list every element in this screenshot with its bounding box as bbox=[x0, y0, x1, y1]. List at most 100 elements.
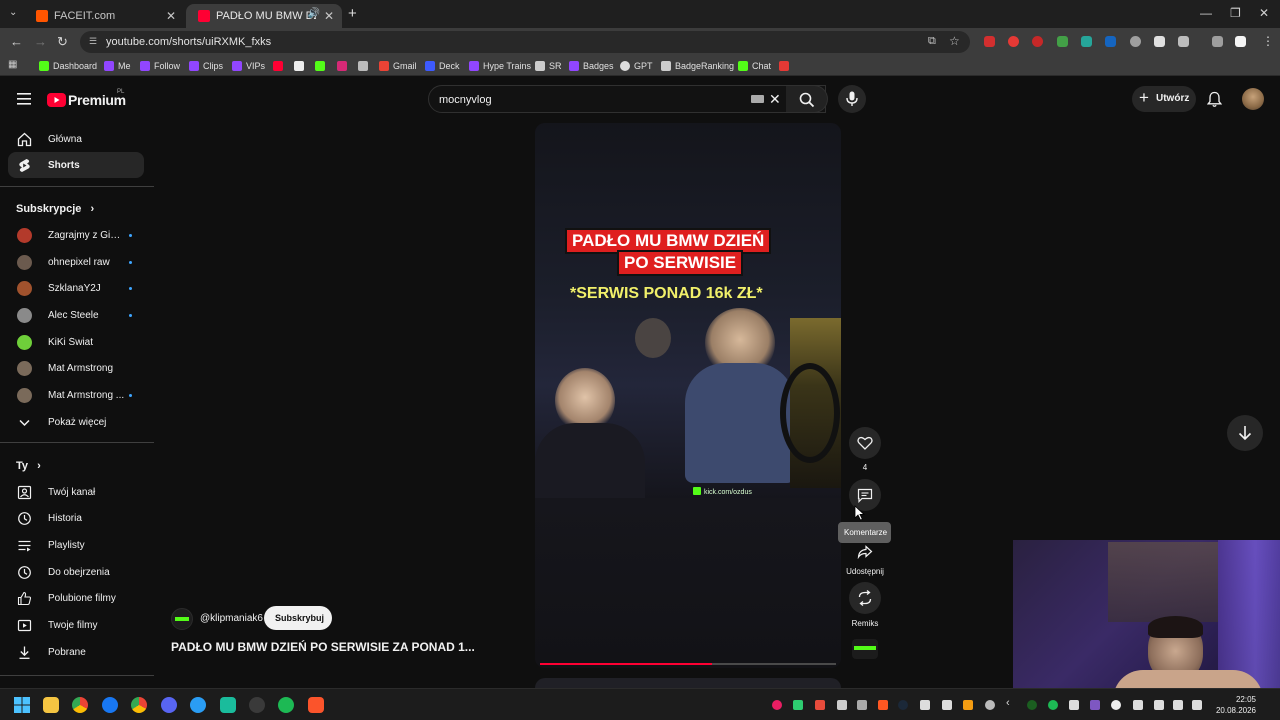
extension-icon[interactable] bbox=[1057, 36, 1068, 47]
tray-icon[interactable] bbox=[878, 700, 888, 710]
sidebar-item-history[interactable]: Historia bbox=[8, 505, 144, 531]
bookmark-kick[interactable] bbox=[315, 58, 329, 74]
bookmark-item[interactable]: Me bbox=[104, 58, 131, 74]
tray-icon[interactable] bbox=[1048, 700, 1058, 710]
restore-icon[interactable]: ❐ bbox=[1230, 6, 1241, 20]
tray-icon[interactable] bbox=[837, 700, 847, 710]
sidebar-item-playlists[interactable]: Playlisty bbox=[8, 532, 144, 558]
tray-overflow-icon[interactable]: ‹ bbox=[1006, 697, 1010, 709]
create-button[interactable]: + Utwórz bbox=[1132, 86, 1196, 112]
network-icon[interactable] bbox=[1173, 700, 1183, 710]
clock[interactable]: 22:05 20.08.2026 bbox=[1212, 694, 1256, 716]
tab-search-list-icon[interactable] bbox=[1212, 36, 1223, 47]
sidebar-subscription[interactable]: ohnepixel raw bbox=[8, 249, 144, 275]
tab-youtube-short[interactable]: PADŁO MU BMW DZIEŃ PO 🔊 ✕ bbox=[186, 4, 342, 28]
tray-icon[interactable] bbox=[815, 700, 825, 710]
sidebar-item-home[interactable]: Główna bbox=[8, 126, 144, 152]
extension-icon[interactable] bbox=[984, 36, 995, 47]
tray-icon[interactable] bbox=[1090, 700, 1100, 710]
tray-icon[interactable] bbox=[942, 700, 952, 710]
video-progress-track[interactable] bbox=[540, 663, 836, 665]
tray-icon[interactable] bbox=[793, 700, 803, 710]
bookmark-item[interactable]: GPT bbox=[620, 58, 653, 74]
bookmark-misc[interactable] bbox=[358, 58, 372, 74]
sidebar-subscription[interactable]: Mat Armstrong bbox=[8, 355, 144, 381]
bookmark-x[interactable] bbox=[294, 58, 308, 74]
window-close-icon[interactable]: ✕ bbox=[1259, 6, 1269, 20]
tab-search-icon[interactable]: ⌄ bbox=[9, 7, 17, 18]
bookmark-item[interactable]: Clips bbox=[189, 58, 223, 74]
next-short-preview[interactable] bbox=[535, 678, 841, 688]
extension-icon[interactable] bbox=[1081, 36, 1092, 47]
tray-icon[interactable] bbox=[772, 700, 782, 710]
extensions-puzzle-icon[interactable] bbox=[1178, 36, 1189, 47]
like-button[interactable] bbox=[849, 427, 881, 459]
bookmark-star-icon[interactable]: ☆ bbox=[949, 34, 960, 48]
search-input[interactable] bbox=[439, 91, 739, 109]
tray-icon[interactable] bbox=[898, 700, 908, 710]
you-heading[interactable]: Ty › bbox=[16, 460, 41, 472]
extension-icon[interactable] bbox=[1032, 36, 1043, 47]
tray-icon[interactable] bbox=[963, 700, 973, 710]
tray-icon[interactable] bbox=[1027, 700, 1037, 710]
tray-icon[interactable] bbox=[1133, 700, 1143, 710]
tray-icon[interactable] bbox=[857, 700, 867, 710]
sidebar-subscription[interactable]: Alec Steele bbox=[8, 302, 144, 328]
clear-search-icon[interactable]: ✕ bbox=[769, 91, 781, 108]
subscribe-button[interactable]: Subskrybuj bbox=[264, 606, 332, 630]
bookmark-item[interactable]: SR bbox=[535, 58, 562, 74]
share-button[interactable] bbox=[849, 538, 881, 570]
subscriptions-heading[interactable]: Subskrypcje › bbox=[16, 203, 94, 215]
volume-icon[interactable] bbox=[1192, 700, 1202, 710]
tray-icon[interactable] bbox=[1111, 700, 1121, 710]
tab-close-icon[interactable]: ✕ bbox=[324, 9, 334, 23]
bookmark-item[interactable]: Gmail bbox=[379, 58, 417, 74]
remix-button[interactable] bbox=[849, 582, 881, 614]
steam-icon[interactable] bbox=[249, 697, 265, 713]
spotify-icon[interactable] bbox=[278, 697, 294, 713]
sidebar-subscription[interactable]: SzklanaY2J bbox=[8, 275, 144, 301]
bookmark-item[interactable]: VIPs bbox=[232, 58, 265, 74]
chrome-profile-icon[interactable] bbox=[131, 697, 147, 713]
profile-icon[interactable] bbox=[1235, 36, 1246, 47]
voice-search-button[interactable] bbox=[838, 85, 866, 113]
notifications-bell-icon[interactable] bbox=[1207, 91, 1222, 108]
channel-avatar[interactable] bbox=[171, 608, 193, 630]
hamburger-menu-icon[interactable] bbox=[17, 93, 31, 105]
tray-icon[interactable] bbox=[920, 700, 930, 710]
microphone-tray-icon[interactable] bbox=[1154, 700, 1164, 710]
discord-icon[interactable] bbox=[161, 697, 177, 713]
extension-icon[interactable] bbox=[1130, 36, 1141, 47]
apps-grid-icon[interactable]: ▦ bbox=[8, 59, 17, 70]
bookmark-misc[interactable] bbox=[779, 58, 793, 74]
new-tab-icon[interactable]: + bbox=[348, 5, 357, 22]
sidebar-subscription[interactable]: Mat Armstrong ... bbox=[8, 382, 144, 408]
brave-icon[interactable] bbox=[308, 697, 324, 713]
sidebar-item-watch-later[interactable]: Do obejrzenia bbox=[8, 559, 144, 585]
sidebar-item-your-channel[interactable]: Twój kanał bbox=[8, 479, 144, 505]
facebook-icon[interactable] bbox=[102, 697, 118, 713]
tab-faceit[interactable]: FACEIT.com ✕ bbox=[24, 4, 184, 28]
windows-start-icon[interactable] bbox=[14, 697, 30, 713]
sidebar-subscription[interactable]: KiKi Świat bbox=[8, 329, 144, 355]
bookmark-item[interactable]: Follow bbox=[140, 58, 180, 74]
audio-track-thumbnail[interactable] bbox=[852, 639, 878, 659]
bookmark-item[interactable]: Badges bbox=[569, 58, 614, 74]
sidebar-item-downloads[interactable]: Pobrane bbox=[8, 639, 144, 665]
bookmark-item[interactable]: Chat bbox=[738, 58, 771, 74]
bookmark-instagram[interactable] bbox=[337, 58, 351, 74]
bookmark-item[interactable]: Hype Trains bbox=[469, 58, 531, 74]
bookmark-item[interactable]: Deck bbox=[425, 58, 460, 74]
sidebar-item-liked-videos[interactable]: Polubione filmy bbox=[8, 585, 144, 611]
chrome-menu-icon[interactable]: ⋮ bbox=[1262, 34, 1274, 48]
app-icon[interactable] bbox=[190, 697, 206, 713]
keyboard-icon[interactable] bbox=[751, 95, 764, 103]
search-button[interactable] bbox=[786, 85, 828, 113]
user-avatar[interactable] bbox=[1242, 88, 1264, 110]
shorts-video-player[interactable]: PADŁO MU BMW DZIEŃ PO SERWISIE *SERWIS P… bbox=[535, 123, 841, 668]
sidebar-item-your-videos[interactable]: Twoje filmy bbox=[8, 612, 144, 638]
extension-icon[interactable] bbox=[1105, 36, 1116, 47]
chrome-icon[interactable] bbox=[72, 697, 88, 713]
bookmark-item[interactable]: BadgeRanking bbox=[661, 58, 734, 74]
sidebar-item-shorts[interactable]: Shorts bbox=[8, 152, 144, 178]
